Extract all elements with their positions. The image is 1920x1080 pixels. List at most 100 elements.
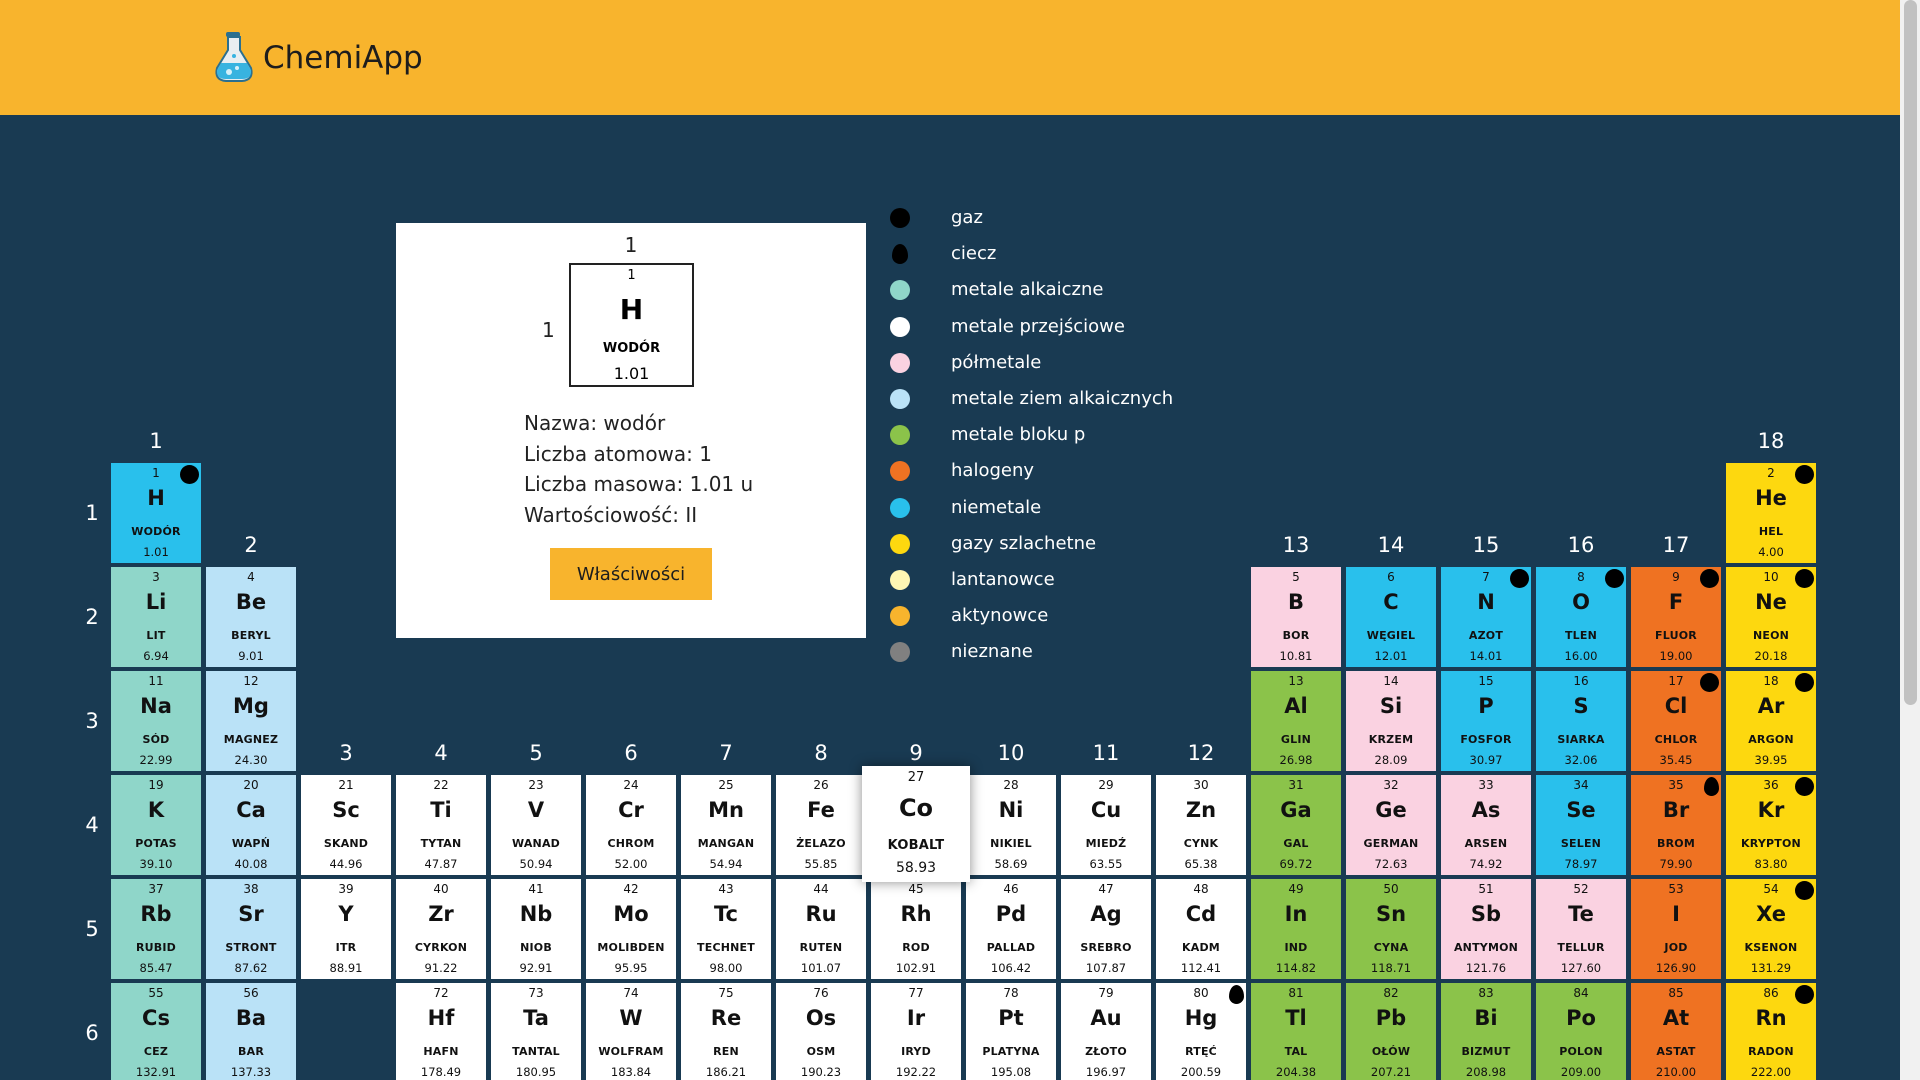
- element-tile-mg[interactable]: 12 Mg MAGNEZ 24.30: [206, 671, 296, 771]
- element-name: CYNK: [1183, 837, 1219, 850]
- element-tile-k[interactable]: 19 K POTAS 39.10: [111, 775, 201, 875]
- element-tile-w[interactable]: 74 W WOLFRAM 183.84: [586, 983, 676, 1080]
- element-tile-kr[interactable]: 36 Kr KRYPTON 83.80: [1726, 775, 1816, 875]
- element-tile-n[interactable]: 7 N AZOT 14.01: [1441, 567, 1531, 667]
- element-tile-cd[interactable]: 48 Cd KADM 112.41: [1156, 879, 1246, 979]
- element-tile-sn[interactable]: 50 Sn CYNA 118.71: [1346, 879, 1436, 979]
- element-tile-mn[interactable]: 25 Mn MANGAN 54.94: [681, 775, 771, 875]
- element-tile-br[interactable]: 35 Br BROM 79.90: [1631, 775, 1721, 875]
- element-tile-ti[interactable]: 22 Ti TYTAN 47.87: [396, 775, 486, 875]
- element-tile-mo[interactable]: 42 Mo MOLIBDEN 95.95: [586, 879, 676, 979]
- element-tile-na[interactable]: 11 Na SÓD 22.99: [111, 671, 201, 771]
- element-tile-cs[interactable]: 55 Cs CEZ 132.91: [111, 983, 201, 1080]
- gas-circle-icon: [180, 465, 199, 484]
- color-dot-icon: [890, 280, 910, 301]
- element-tile-as[interactable]: 33 As ARSEN 74.92: [1441, 775, 1531, 875]
- element-symbol: Cs: [142, 1006, 170, 1030]
- element-tile-ag[interactable]: 47 Ag SREBRO 107.87: [1061, 879, 1151, 979]
- element-tile-re[interactable]: 75 Re REN 186.21: [681, 983, 771, 1080]
- element-tile-se[interactable]: 34 Se SELEN 78.97: [1536, 775, 1626, 875]
- element-tile-ru[interactable]: 44 Ru RUTEN 101.07: [776, 879, 866, 979]
- element-tile-at[interactable]: 85 At ASTAT 210.00: [1631, 983, 1721, 1080]
- color-dot-icon: [890, 570, 910, 590]
- element-tile-sb[interactable]: 51 Sb ANTYMON 121.76: [1441, 879, 1531, 979]
- element-tile-tl[interactable]: 81 Tl TAL 204.38: [1251, 983, 1341, 1080]
- element-tile-ar[interactable]: 18 Ar ARGON 39.95: [1726, 671, 1816, 771]
- element-tile-f[interactable]: 9 F FLUOR 19.00: [1631, 567, 1721, 667]
- element-tile-tc[interactable]: 43 Tc TECHNET 98.00: [681, 879, 771, 979]
- scrollbar[interactable]: [1900, 0, 1920, 1080]
- element-tile-h[interactable]: 1 H WODÓR 1.01: [111, 463, 201, 563]
- element-tile-c[interactable]: 6 C WĘGIEL 12.01: [1346, 567, 1436, 667]
- element-tile-i[interactable]: 53 I JOD 126.90: [1631, 879, 1721, 979]
- element-tile-pd[interactable]: 46 Pd PALLAD 106.42: [966, 879, 1056, 979]
- properties-button[interactable]: Właściwości: [550, 548, 712, 600]
- element-tile-p[interactable]: 15 P FOSFOR 30.97: [1441, 671, 1531, 771]
- element-symbol: Kr: [1757, 798, 1785, 822]
- element-tile-ca[interactable]: 20 Ca WAPŃ 40.08: [206, 775, 296, 875]
- element-tile-li[interactable]: 3 Li LIT 6.94: [111, 567, 201, 667]
- atomic-number: 39: [338, 882, 354, 896]
- element-symbol: Pb: [1375, 1006, 1407, 1030]
- element-tile-rb[interactable]: 37 Rb RUBID 85.47: [111, 879, 201, 979]
- element-tile-ir[interactable]: 77 Ir IRYD 192.22: [871, 983, 961, 1080]
- element-tile-ga[interactable]: 31 Ga GAL 69.72: [1251, 775, 1341, 875]
- element-tile-xe[interactable]: 54 Xe KSENON 131.29: [1726, 879, 1816, 979]
- element-tile-ba[interactable]: 56 Ba BAR 137.33: [206, 983, 296, 1080]
- element-tile-cu[interactable]: 29 Cu MIEDŹ 63.55: [1061, 775, 1151, 875]
- element-symbol: Rh: [900, 902, 932, 926]
- element-tile-hf[interactable]: 72 Hf HAFN 178.49: [396, 983, 486, 1080]
- element-tile-s[interactable]: 16 S SIARKA 32.06: [1536, 671, 1626, 771]
- element-tile-he[interactable]: 2 He HEL 4.00: [1726, 463, 1816, 563]
- element-tile-nb[interactable]: 41 Nb NIOB 92.91: [491, 879, 581, 979]
- element-tile-rh[interactable]: 45 Rh ROD 102.91: [871, 879, 961, 979]
- element-tile-rn[interactable]: 86 Rn RADON 222.00: [1726, 983, 1816, 1080]
- flask-icon[interactable]: [212, 30, 256, 84]
- element-tile-o[interactable]: 8 O TLEN 16.00: [1536, 567, 1626, 667]
- atomic-mass: 83.80: [1754, 857, 1788, 871]
- element-tile-bi[interactable]: 83 Bi BIZMUT 208.98: [1441, 983, 1531, 1080]
- group-label-14: 14: [1377, 533, 1405, 557]
- element-tile-zn[interactable]: 30 Zn CYNK 65.38: [1156, 775, 1246, 875]
- element-tile-co[interactable]: 27 Co KOBALT 58.93: [862, 766, 970, 882]
- element-tile-sc[interactable]: 21 Sc SKAND 44.96: [301, 775, 391, 875]
- element-tile-al[interactable]: 13 Al GLIN 26.98: [1251, 671, 1341, 771]
- element-name: PALLAD: [986, 941, 1036, 954]
- element-tile-ge[interactable]: 32 Ge GERMAN 72.63: [1346, 775, 1436, 875]
- element-name: LIT: [146, 629, 166, 642]
- atomic-number: 29: [1098, 778, 1114, 792]
- detail-group-number: 1: [624, 233, 638, 257]
- element-symbol: V: [527, 798, 545, 822]
- element-tile-hg[interactable]: 80 Hg RTĘĆ 200.59: [1156, 983, 1246, 1080]
- element-name: RUTEN: [799, 941, 843, 954]
- atomic-mass: 1.01: [143, 545, 169, 559]
- element-tile-pt[interactable]: 78 Pt PLATYNA 195.08: [966, 983, 1056, 1080]
- element-tile-sr[interactable]: 38 Sr STRONT 87.62: [206, 879, 296, 979]
- element-tile-os[interactable]: 76 Os OSM 190.23: [776, 983, 866, 1080]
- element-tile-cl[interactable]: 17 Cl CHLOR 35.45: [1631, 671, 1721, 771]
- element-tile-be[interactable]: 4 Be BERYL 9.01: [206, 567, 296, 667]
- element-symbol: H: [147, 486, 165, 510]
- element-tile-te[interactable]: 52 Te TELLUR 127.60: [1536, 879, 1626, 979]
- element-tile-po[interactable]: 84 Po POLON 209.00: [1536, 983, 1626, 1080]
- element-tile-au[interactable]: 79 Au ZŁOTO 196.97: [1061, 983, 1151, 1080]
- element-tile-si[interactable]: 14 Si KRZEM 28.09: [1346, 671, 1436, 771]
- element-tile-fe[interactable]: 26 Fe ŻELAZO 55.85: [776, 775, 866, 875]
- element-symbol: Te: [1568, 902, 1594, 926]
- element-tile-b[interactable]: 5 B BOR 10.81: [1251, 567, 1341, 667]
- atomic-number: 45: [908, 882, 924, 896]
- element-symbol: At: [1662, 1006, 1690, 1030]
- scrollbar-thumb[interactable]: [1904, 0, 1917, 705]
- element-name: IND: [1284, 941, 1308, 954]
- legend-label: halogeny: [951, 460, 1035, 482]
- element-tile-cr[interactable]: 24 Cr CHROM 52.00: [586, 775, 676, 875]
- element-tile-ni[interactable]: 28 Ni NIKIEL 58.69: [966, 775, 1056, 875]
- element-tile-in[interactable]: 49 In IND 114.82: [1251, 879, 1341, 979]
- element-tile-ne[interactable]: 10 Ne NEON 20.18: [1726, 567, 1816, 667]
- element-tile-v[interactable]: 23 V WANAD 50.94: [491, 775, 581, 875]
- atomic-number: 20: [243, 778, 259, 792]
- element-tile-zr[interactable]: 40 Zr CYRKON 91.22: [396, 879, 486, 979]
- element-tile-ta[interactable]: 73 Ta TANTAL 180.95: [491, 983, 581, 1080]
- element-tile-pb[interactable]: 82 Pb OŁÓW 207.21: [1346, 983, 1436, 1080]
- element-tile-y[interactable]: 39 Y ITR 88.91: [301, 879, 391, 979]
